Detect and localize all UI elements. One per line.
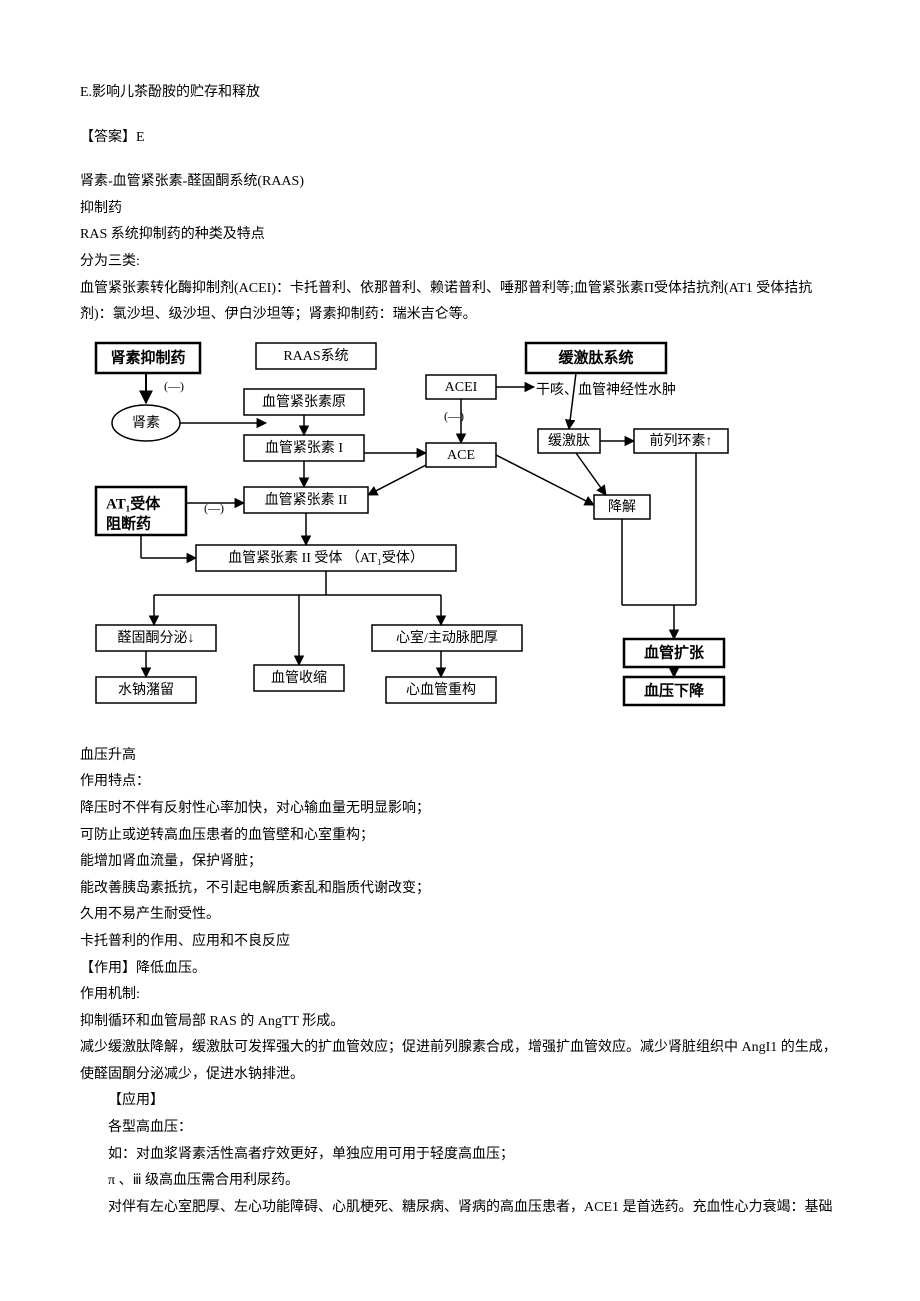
angiotensinogen-label: 血管紧张素原 xyxy=(262,394,346,410)
notes-line-1: 肾素-血管紧张素-醛固酮系统(RAAS) xyxy=(80,169,840,196)
cough-edema-label: 干咳、血管神经性水肿 xyxy=(536,382,676,398)
at1-block-label-1: AT₁受体 xyxy=(106,494,161,512)
neg-1: (—) xyxy=(164,379,184,393)
after-l8: 【作用】降低血压。 xyxy=(80,956,840,983)
answer-line: 【答案】E xyxy=(80,125,840,152)
notes-line-4: 分为三类: xyxy=(80,249,840,276)
ang1-label: 血管紧张素 I xyxy=(265,440,343,456)
after-l14: 如：对血浆肾素活性高者疗效更好，单独应用可用于轻度高血压； xyxy=(80,1142,840,1169)
vasoconstrict-label: 血管收缩 xyxy=(271,670,327,686)
after-l11: 减少缓激肽降解，缓激肽可发挥强大的扩血管效应；促进前列腺素合成，增强扩血管效应。… xyxy=(80,1035,840,1088)
vasodilate-label: 血管扩张 xyxy=(644,643,705,661)
after-l16: 对伴有左心室肥厚、左心功能障碍、心肌梗死、糖尿病、肾病的高血压患者，ACE1 是… xyxy=(80,1195,840,1222)
ang2-label: 血管紧张素 II xyxy=(265,492,348,508)
after-l5: 能改善胰岛素抵抗，不引起电解质紊乱和脂质代谢改变； xyxy=(80,876,840,903)
bp-down-label: 血压下降 xyxy=(644,681,705,699)
after-l9: 作用机制: xyxy=(80,982,840,1009)
notes-line-5: 血管紧张素转化酶抑制剂(ACEI)：卡托普利、依那普利、赖诺普利、唾那普利等;血… xyxy=(80,276,840,329)
after-l4: 能增加肾血流量，保护肾脏； xyxy=(80,849,840,876)
after-l13: 各型高血压： xyxy=(80,1115,840,1142)
at1-block-label-2: 阻断药 xyxy=(106,514,151,532)
option-e-line: E.影响儿茶酚胺的贮存和释放 xyxy=(80,80,840,107)
prostacyclin-label: 前列环素↑ xyxy=(650,432,713,449)
renin-inhib-label: 肾素抑制药 xyxy=(110,348,185,366)
after-l3: 可防止或逆转高血压患者的血管壁和心室重构； xyxy=(80,823,840,850)
after-l7: 卡托普利的作用、应用和不良反应 xyxy=(80,929,840,956)
after-l15: π 、ⅲ 级高血压需合用利尿药。 xyxy=(80,1168,840,1195)
bradykinin-label: 缓激肽 xyxy=(548,432,590,449)
ace-label: ACE xyxy=(447,448,475,463)
after-l0: 血压升高 xyxy=(80,743,840,770)
ang2-receptor-label: 血管紧张素 II 受体 （AT₁受体） xyxy=(228,550,424,566)
renin-label: 肾素 xyxy=(132,415,160,431)
after-l6: 久用不易产生耐受性。 xyxy=(80,902,840,929)
after-l10: 抑制循环和血管局部 RAS 的 AngTT 形成。 xyxy=(80,1009,840,1036)
raas-diagram: 肾素抑制药 RAAS系统 缓激肽系统 血管紧张素原 ACEI 干咳、血管神经性水… xyxy=(86,335,840,739)
aldo-down-label: 醛固酮分泌↓ xyxy=(118,630,195,646)
raas-sys-label: RAAS系统 xyxy=(283,348,348,364)
notes-line-3: RAS 系统抑制药的种类及特点 xyxy=(80,222,840,249)
acei-label: ACEI xyxy=(445,380,478,395)
na-retention-label: 水钠潴留 xyxy=(118,682,174,698)
after-l1: 作用特点： xyxy=(80,769,840,796)
bradykinin-sys-label: 缓激肽系统 xyxy=(558,348,633,366)
remodel-label: 心血管重构 xyxy=(406,682,476,698)
after-l2: 降压时不伴有反射性心率加快，对心输血量无明显影响； xyxy=(80,796,840,823)
lvh-label: 心室/主动脉肥厚 xyxy=(396,629,498,646)
notes-line-2: 抑制药 xyxy=(80,196,840,223)
degrade-label: 降解 xyxy=(608,499,636,515)
after-l12: 【应用】 xyxy=(80,1088,840,1115)
